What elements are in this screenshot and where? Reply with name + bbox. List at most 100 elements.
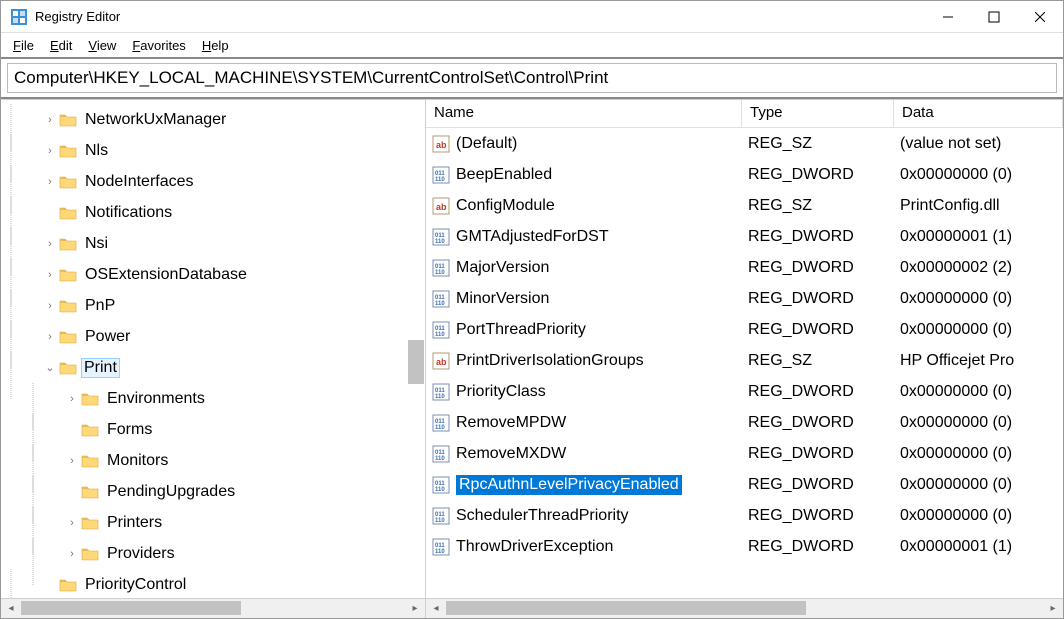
tree-item[interactable]: › Monitors — [1, 445, 425, 476]
value-name: BeepEnabled — [456, 166, 552, 184]
svg-text:ab: ab — [436, 140, 447, 150]
tree[interactable]: › NetworkUxManager ›Nls›NodeInterfacesNoti… — [1, 100, 425, 598]
tree-item-label: PendingUpgrades — [107, 483, 235, 500]
tree-item-label: PnP — [85, 297, 115, 314]
value-row[interactable]: 011110RemoveMXDWREG_DWORD0x00000000 (0) — [426, 438, 1063, 469]
svg-text:110: 110 — [435, 425, 445, 431]
chevron-right-icon[interactable]: › — [43, 145, 57, 157]
column-header-type[interactable]: Type — [742, 100, 894, 127]
value-row[interactable]: 011110GMTAdjustedForDSTREG_DWORD0x000000… — [426, 221, 1063, 252]
value-data: HP Officejet Pro — [894, 352, 1063, 370]
tree-hscroll-thumb[interactable] — [21, 601, 241, 615]
tree-item[interactable]: ›Nls — [1, 135, 425, 166]
tree-item-label: Nsi — [85, 235, 108, 252]
value-row[interactable]: 011110RemoveMPDWREG_DWORD0x00000000 (0) — [426, 407, 1063, 438]
chevron-right-icon[interactable]: › — [43, 176, 57, 188]
tree-item[interactable]: PendingUpgrades — [1, 476, 425, 507]
value-type: REG_SZ — [742, 352, 894, 370]
chevron-right-icon[interactable]: › — [65, 455, 79, 467]
chevron-right-icon[interactable]: › — [65, 548, 79, 560]
column-header-name[interactable]: Name — [426, 100, 742, 127]
value-row[interactable]: ab PrintDriverIsolationGroups REG_SZHP Off… — [426, 345, 1063, 376]
tree-item[interactable]: › PnP — [1, 290, 425, 321]
tree-item[interactable]: ⌄ Print — [1, 352, 425, 383]
chevron-right-icon[interactable]: › — [43, 238, 57, 250]
value-data: PrintConfig.dll — [894, 197, 1063, 215]
value-row[interactable]: abConfigModuleREG_SZPrintConfig.dll — [426, 190, 1063, 221]
value-data: 0x00000000 (0) — [894, 445, 1063, 463]
tree-item-label: Print — [84, 359, 117, 376]
value-data: (value not set) — [894, 135, 1063, 153]
chevron-right-icon[interactable]: › — [43, 300, 57, 312]
svg-text:ab: ab — [436, 357, 447, 367]
scroll-left-icon[interactable]: ◂ — [1, 599, 21, 618]
chevron-right-icon[interactable]: › — [65, 393, 79, 405]
value-name: GMTAdjustedForDST — [456, 228, 609, 246]
minimize-button[interactable] — [925, 1, 971, 32]
address-bar[interactable]: Computer\HKEY_LOCAL_MACHINE\SYSTEM\Curre… — [7, 63, 1057, 93]
chevron-right-icon[interactable]: › — [43, 114, 57, 126]
value-data: 0x00000001 (1) — [894, 228, 1063, 246]
value-name: ThrowDriverException — [456, 538, 613, 556]
value-data: 0x00000000 (0) — [894, 476, 1063, 494]
scroll-right-icon[interactable]: ▸ — [405, 599, 425, 618]
tree-item[interactable]: ›OSExtensionDatabase — [1, 259, 425, 290]
tree-item[interactable]: ›Power — [1, 321, 425, 352]
menubar: File Edit View Favorites Help — [1, 33, 1063, 57]
list-hscroll[interactable]: ◂ ▸ — [426, 598, 1063, 618]
svg-text:110: 110 — [435, 177, 445, 183]
value-row[interactable]: 011110SchedulerThreadPriorityREG_DWORD0x… — [426, 500, 1063, 531]
menu-favorites[interactable]: Favorites — [124, 36, 193, 55]
tree-item[interactable]: PriorityControl — [1, 569, 425, 598]
value-row[interactable]: 011110MinorVersionREG_DWORD0x00000000 (0… — [426, 283, 1063, 314]
scroll-right-icon[interactable]: ▸ — [1043, 599, 1063, 618]
tree-hscroll[interactable]: ◂ ▸ — [1, 598, 425, 618]
menu-help[interactable]: Help — [194, 36, 237, 55]
list-hscroll-thumb[interactable] — [446, 601, 806, 615]
value-data: 0x00000000 (0) — [894, 166, 1063, 184]
value-row[interactable]: 011110ThrowDriverExceptionREG_DWORD0x000… — [426, 531, 1063, 562]
tree-item[interactable]: ›Printers — [1, 507, 425, 538]
svg-text:110: 110 — [435, 270, 445, 276]
scroll-left-icon[interactable]: ◂ — [426, 599, 446, 618]
window-title: Registry Editor — [35, 9, 925, 24]
tree-item[interactable]: › Nsi — [1, 228, 425, 259]
value-type: REG_DWORD — [742, 259, 894, 277]
value-row[interactable]: 011110PriorityClassREG_DWORD0x00000000 (… — [426, 376, 1063, 407]
tree-item-label: Monitors — [107, 452, 168, 469]
chevron-down-icon[interactable]: ⌄ — [43, 361, 57, 374]
maximize-button[interactable] — [971, 1, 1017, 32]
tree-item-label: Forms — [107, 421, 152, 438]
chevron-right-icon[interactable]: › — [43, 331, 57, 343]
value-data: 0x00000000 (0) — [894, 507, 1063, 525]
list-pane: Name Type Data ab(Default)REG_SZ(value n… — [426, 100, 1063, 618]
value-name: MinorVersion — [456, 290, 549, 308]
menu-file[interactable]: File — [5, 36, 42, 55]
value-type: REG_SZ — [742, 135, 894, 153]
value-row[interactable]: 011110BeepEnabledREG_DWORD0x00000000 (0) — [426, 159, 1063, 190]
value-list[interactable]: ab(Default)REG_SZ(value not set)011110Be… — [426, 128, 1063, 598]
tree-item[interactable]: Forms — [1, 414, 425, 445]
chevron-right-icon[interactable]: › — [65, 517, 79, 529]
tree-item[interactable]: ›NodeInterfaces — [1, 166, 425, 197]
menu-edit[interactable]: Edit — [42, 36, 80, 55]
column-header-data[interactable]: Data — [894, 100, 1063, 127]
chevron-right-icon[interactable]: › — [43, 269, 57, 281]
close-button[interactable] — [1017, 1, 1063, 32]
menu-view[interactable]: View — [80, 36, 124, 55]
value-name: PrintDriverIsolationGroups — [456, 352, 644, 370]
value-row[interactable]: 011110MajorVersionREG_DWORD0x00000002 (2… — [426, 252, 1063, 283]
tree-item-label: NetworkUxManager — [85, 111, 226, 128]
tree-item[interactable]: ›Providers — [1, 538, 425, 569]
tree-item[interactable]: Notifications — [1, 197, 425, 228]
address-bar-container: Computer\HKEY_LOCAL_MACHINE\SYSTEM\Curre… — [1, 57, 1063, 99]
tree-item[interactable]: ›Environments — [1, 383, 425, 414]
tree-item[interactable]: › NetworkUxManager — [1, 104, 425, 135]
value-row[interactable]: 011110PortThreadPriorityREG_DWORD0x00000… — [426, 314, 1063, 345]
svg-text:110: 110 — [435, 394, 445, 400]
value-type: REG_DWORD — [742, 476, 894, 494]
value-row[interactable]: 011110RpcAuthnLevelPrivacyEnabledREG_DWO… — [426, 469, 1063, 500]
value-name: ConfigModule — [456, 197, 555, 215]
value-type: REG_DWORD — [742, 166, 894, 184]
value-row[interactable]: ab(Default)REG_SZ(value not set) — [426, 128, 1063, 159]
